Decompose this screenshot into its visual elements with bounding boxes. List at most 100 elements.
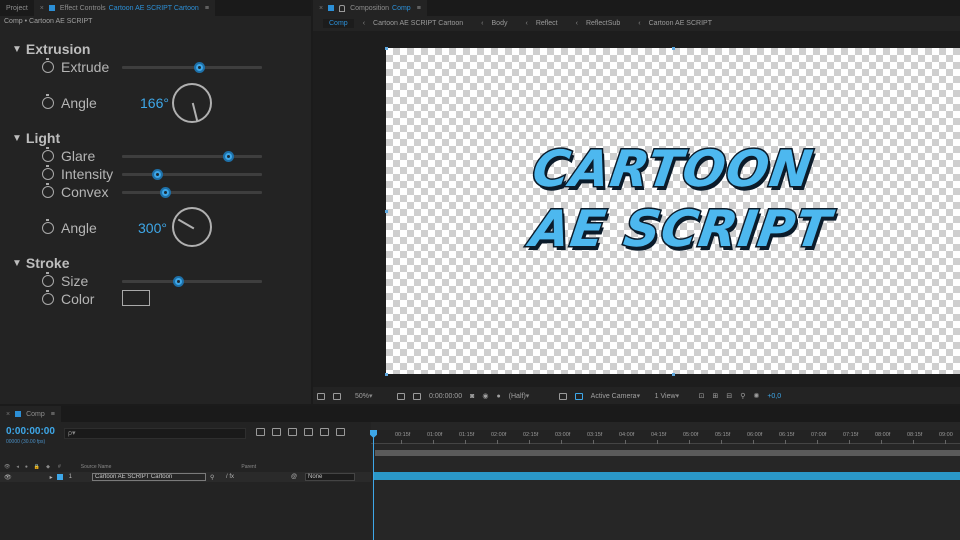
region-of-interest-icon[interactable] xyxy=(555,392,571,400)
transform-handle[interactable] xyxy=(385,373,388,376)
camera-snapshot-icon[interactable]: ◙ xyxy=(466,393,478,400)
fx-switch-icon[interactable]: / fx xyxy=(226,474,234,480)
layer-duration-bar[interactable] xyxy=(374,472,960,480)
exposure-value[interactable]: +0,0 xyxy=(763,393,785,400)
extrusion-angle-value[interactable]: 166° xyxy=(140,95,169,111)
fast-preview-icon[interactable]: ⊞ xyxy=(709,392,723,400)
timeline-timecode[interactable]: 0:00:00:00 xyxy=(6,426,55,437)
panel-menu-icon[interactable]: ≡ xyxy=(205,5,209,12)
group-stroke[interactable]: ▼ Stroke xyxy=(12,255,69,271)
stopwatch-icon[interactable] xyxy=(42,165,54,180)
composition-viewer[interactable]: CARTOON AE SCRIPT xyxy=(313,31,960,387)
stopwatch-icon[interactable] xyxy=(42,183,54,198)
close-icon[interactable]: × xyxy=(319,5,323,12)
search-input[interactable]: ρ▾ xyxy=(64,428,246,439)
time-ruler[interactable]: 00:15f 01:00f 01:15f 02:00f 02:15f 03:00f 03:1… xyxy=(371,430,960,444)
intensity-slider-thumb[interactable] xyxy=(152,169,163,180)
label-color-icon[interactable] xyxy=(56,474,63,480)
prop-extrusion-angle: Angle xyxy=(42,94,97,111)
convex-slider[interactable] xyxy=(122,187,262,198)
resolution-dropdown[interactable]: (Half) xyxy=(505,392,555,400)
transform-handle[interactable] xyxy=(385,210,388,213)
stopwatch-icon[interactable] xyxy=(42,219,54,234)
flowchart-icon[interactable]: ⚲ xyxy=(736,392,749,400)
shy-switch-icon[interactable]: ⚲ xyxy=(210,474,214,481)
toggle-pixel-aspect-icon[interactable]: ⊡ xyxy=(695,392,709,400)
extrude-slider[interactable] xyxy=(122,62,262,73)
disclosure-triangle-icon[interactable]: ▼ xyxy=(12,44,22,55)
expand-layer-icon[interactable]: ▸ xyxy=(50,474,53,481)
composition-mini-flowchart-icon[interactable] xyxy=(256,428,265,436)
light-angle-value[interactable]: 300° xyxy=(138,220,167,236)
stopwatch-icon[interactable] xyxy=(42,272,54,287)
glare-slider[interactable] xyxy=(122,151,262,162)
tab-project[interactable]: Project xyxy=(0,0,34,16)
transform-handle[interactable] xyxy=(672,47,675,50)
tab-effect-target[interactable]: Cartoon AE SCRIPT Cartoon xyxy=(109,5,199,12)
layer-name[interactable]: Cartoon AE SCRIPT Cartoon xyxy=(92,473,206,481)
transform-handle[interactable] xyxy=(672,373,675,376)
always-preview-icon[interactable] xyxy=(313,392,329,400)
size-slider-thumb[interactable] xyxy=(173,276,184,287)
crumb-item[interactable]: ‹ Cartoon AE SCRIPT xyxy=(629,20,721,27)
group-light[interactable]: ▼ Light xyxy=(12,130,60,146)
view-layout-dropdown[interactable]: 1 View xyxy=(651,392,695,400)
camera-dropdown[interactable]: Active Camera xyxy=(587,392,651,400)
exposure-icon[interactable]: ✺ xyxy=(749,392,763,400)
stopwatch-icon[interactable] xyxy=(42,94,54,109)
zoom-dropdown[interactable]: 50% xyxy=(351,392,393,400)
region-icon[interactable] xyxy=(393,392,409,400)
timeline-graph-area[interactable]: 00:15f 01:00f 01:15f 02:00f 02:15f 03:00f 03:1… xyxy=(371,422,960,540)
timeline-icon[interactable]: ⊟ xyxy=(722,392,736,400)
current-time-indicator[interactable] xyxy=(373,430,374,540)
col-parent[interactable]: Parent xyxy=(241,464,256,470)
graph-editor-icon[interactable] xyxy=(336,428,345,436)
close-icon[interactable]: × xyxy=(40,5,44,12)
size-slider[interactable] xyxy=(122,276,262,287)
channel-icon[interactable]: ● xyxy=(492,393,504,400)
stopwatch-icon[interactable] xyxy=(42,290,54,305)
crumb-item[interactable]: ‹ ReflectSub xyxy=(567,20,630,27)
crumb-item[interactable]: ‹ Reflect xyxy=(516,20,566,27)
convex-slider-thumb[interactable] xyxy=(160,187,172,198)
extrude-slider-thumb[interactable] xyxy=(194,62,205,73)
work-area-bar[interactable] xyxy=(375,450,960,456)
current-time[interactable]: 0:00:00:00 xyxy=(425,393,466,400)
lock-icon[interactable] xyxy=(339,4,346,12)
shy-icon[interactable] xyxy=(288,428,297,436)
pickwhip-icon[interactable]: @ xyxy=(291,474,297,480)
table-row[interactable]: 👁 ▸ 1 Cartoon AE SCRIPT Cartoon ⚲ / fx @… xyxy=(0,472,371,482)
panel-menu-icon[interactable]: ≡ xyxy=(417,5,421,12)
crumb-item[interactable]: ‹ Cartoon AE SCRIPT Cartoon xyxy=(354,20,472,27)
frame-blending-icon[interactable] xyxy=(304,428,313,436)
draft-3d-icon[interactable] xyxy=(272,428,281,436)
motion-blur-icon[interactable] xyxy=(320,428,329,436)
group-extrusion[interactable]: ▼ Extrusion xyxy=(12,41,90,57)
disclosure-triangle-icon[interactable]: ▼ xyxy=(12,258,22,269)
intensity-slider[interactable] xyxy=(122,169,262,180)
monitor-icon[interactable] xyxy=(329,392,345,400)
show-snapshot-icon[interactable]: ◉ xyxy=(478,392,492,400)
mask-icon[interactable] xyxy=(409,392,425,400)
transparency-grid-icon[interactable] xyxy=(571,392,587,400)
tab-effect-controls[interactable]: × Effect Controls Cartoon AE SCRIPT Cart… xyxy=(33,0,215,16)
parent-dropdown[interactable]: None xyxy=(305,473,355,481)
stopwatch-icon[interactable] xyxy=(42,58,54,73)
close-icon[interactable]: × xyxy=(6,411,10,418)
crumb-item[interactable]: ‹ Body xyxy=(472,20,516,27)
col-source-name[interactable]: Source Name xyxy=(81,464,112,470)
tab-timeline-comp[interactable]: × Comp ≡ xyxy=(0,406,61,422)
crumb-comp[interactable]: Comp xyxy=(323,18,354,28)
glare-slider-thumb[interactable] xyxy=(223,151,235,162)
tab-composition[interactable]: × Composition Comp ≡ xyxy=(313,0,427,16)
light-angle-dial[interactable] xyxy=(172,207,212,247)
disclosure-triangle-icon[interactable]: ▼ xyxy=(12,133,22,144)
tab-composition-name[interactable]: Comp xyxy=(392,5,411,12)
extrusion-angle-dial[interactable] xyxy=(172,83,212,123)
composition-canvas[interactable]: CARTOON AE SCRIPT xyxy=(386,48,960,374)
stroke-color-swatch[interactable] xyxy=(122,290,150,306)
visibility-eye-icon[interactable]: 👁 xyxy=(4,474,12,481)
panel-menu-icon[interactable]: ≡ xyxy=(51,411,55,418)
transform-handle[interactable] xyxy=(385,47,388,50)
stopwatch-icon[interactable] xyxy=(42,147,54,162)
